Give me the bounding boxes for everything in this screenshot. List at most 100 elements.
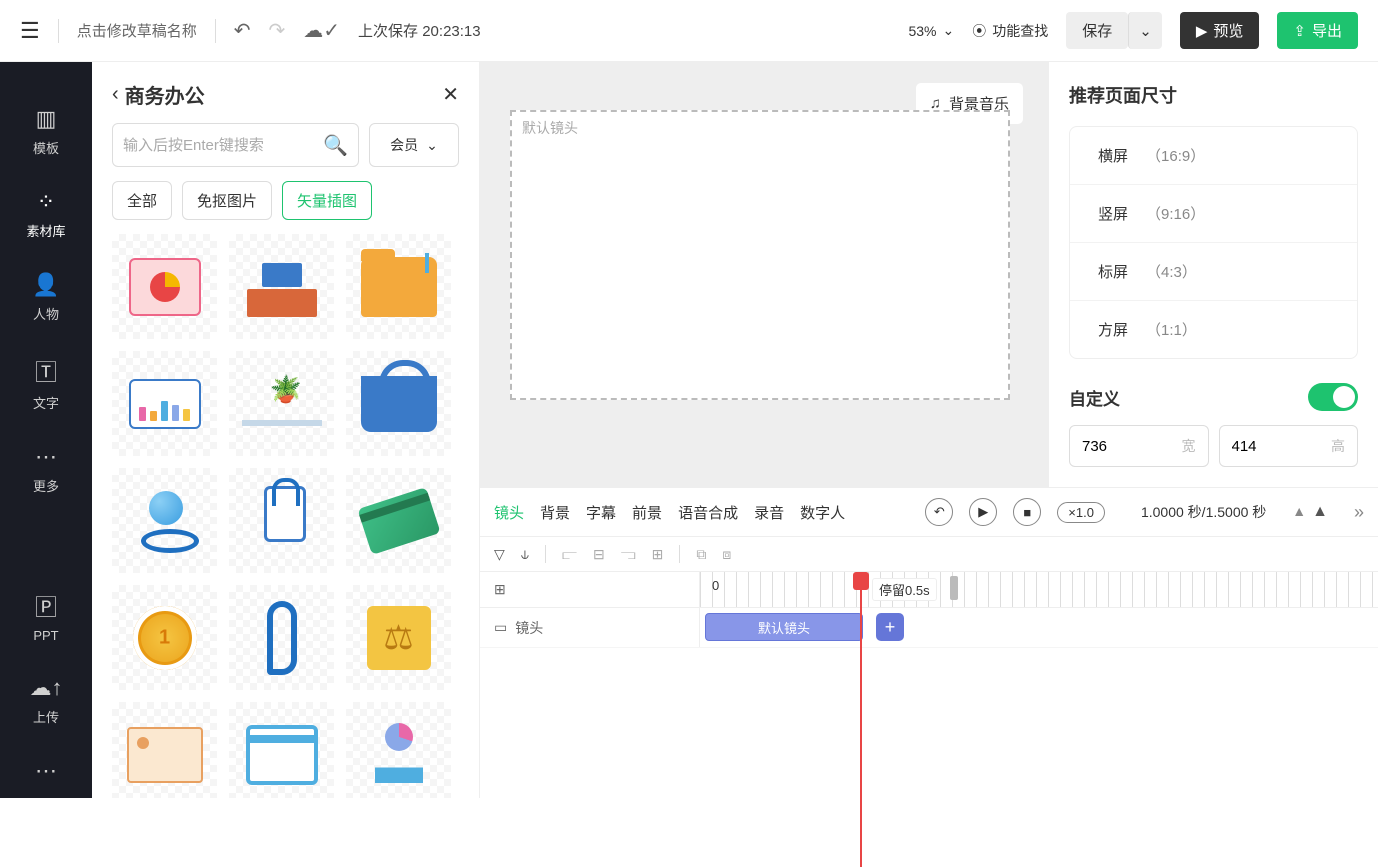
size-option-square[interactable]: 方屏（1:1） [1070, 301, 1357, 358]
asset-thumb[interactable] [346, 468, 451, 573]
assets-icon: ⁘ [37, 189, 55, 215]
asset-thumb[interactable] [112, 351, 217, 456]
width-input[interactable] [1082, 438, 1142, 455]
preview-button[interactable]: ▶预览 [1180, 12, 1260, 49]
back-icon[interactable]: ‹ [112, 83, 119, 106]
track-content[interactable]: 默认镜头 + [700, 608, 1378, 647]
align-center-icon[interactable]: ⊟ [593, 546, 605, 563]
stop-button[interactable]: ■ [1013, 498, 1041, 526]
speed-button[interactable]: ×1.0 [1057, 502, 1105, 523]
search-input-wrap[interactable]: 🔍 [112, 123, 359, 167]
tl-tab-avatar[interactable]: 数字人 [800, 502, 845, 523]
sidebar-item-upload[interactable]: ☁↑上传 [0, 661, 92, 740]
save-dropdown[interactable]: ⌄ [1128, 12, 1162, 49]
sidebar-item-ppt[interactable]: 🄿PPT [0, 576, 92, 657]
asset-thumb[interactable] [229, 468, 334, 573]
tab-png[interactable]: 免抠图片 [182, 181, 272, 220]
assets-title: 商务办公 [125, 80, 437, 109]
search-icon[interactable]: 🔍 [323, 133, 348, 158]
play-button[interactable]: ▶ [969, 498, 997, 526]
asset-thumb[interactable] [346, 702, 451, 798]
divider [215, 19, 216, 43]
tl-tab-fg[interactable]: 前景 [632, 502, 662, 523]
custom-toggle[interactable] [1308, 383, 1358, 411]
height-input[interactable] [1232, 438, 1292, 455]
sidebar-item-character[interactable]: 👤人物 [0, 258, 92, 337]
camera-icon: ▭ [494, 619, 507, 636]
member-filter[interactable]: 会员⌄ [369, 123, 459, 167]
sidebar-item-text[interactable]: 🅃文字 [0, 341, 92, 426]
asset-thumb[interactable] [346, 585, 451, 690]
close-icon[interactable]: ✕ [442, 82, 459, 107]
cloud-sync-icon[interactable]: ☁✓ [303, 18, 340, 43]
timeline-clip[interactable]: 默认镜头 [705, 613, 863, 641]
canvas-area: ♫背景音乐 默认镜头 推荐页面尺寸 横屏（16:9） 竖屏（9:16） 标屏（4… [480, 62, 1378, 798]
height-input-wrap[interactable]: 高 [1219, 425, 1359, 467]
panel-title: 推荐页面尺寸 [1069, 82, 1358, 108]
menu-icon[interactable]: ☰ [20, 18, 40, 44]
playhead[interactable] [860, 572, 862, 867]
ungroup-icon[interactable]: ⧈ [722, 546, 731, 563]
grid-icon[interactable]: ⊞ [494, 581, 506, 598]
time-ruler[interactable]: 0 停留0.5s [700, 572, 1378, 607]
size-option-portrait[interactable]: 竖屏（9:16） [1070, 185, 1357, 243]
expand-icon[interactable]: » [1354, 502, 1364, 523]
end-marker[interactable] [950, 576, 958, 600]
sidebar-item-ellipsis[interactable]: ⋯ [0, 744, 92, 798]
zoom-in-icon[interactable]: ▲ [1312, 503, 1328, 521]
export-button[interactable]: ⇪导出 [1277, 12, 1358, 49]
ellipsis-icon: ⋯ [35, 758, 57, 784]
stay-badge: 停留0.5s [872, 578, 937, 601]
rewind-button[interactable]: ↶ [925, 498, 953, 526]
tab-vector[interactable]: 矢量插图 [282, 181, 372, 220]
tl-tab-bg[interactable]: 背景 [540, 502, 570, 523]
align-left-icon[interactable]: ⫍ [562, 546, 577, 563]
asset-thumb[interactable] [112, 585, 217, 690]
sidebar-item-template[interactable]: ▥模板 [0, 92, 92, 171]
asset-thumb[interactable] [229, 702, 334, 798]
asset-thumb[interactable] [229, 585, 334, 690]
asset-thumb[interactable] [346, 234, 451, 339]
tl-tab-shot[interactable]: 镜头 [494, 502, 524, 523]
main-sidebar: ▥模板 ⁘素材库 👤人物 🅃文字 ⋯更多 🄿PPT ☁↑上传 ⋯ [0, 62, 92, 798]
distribute-icon[interactable]: ⊞ [652, 546, 664, 563]
asset-thumb[interactable] [229, 234, 334, 339]
asset-thumb[interactable] [112, 234, 217, 339]
custom-label: 自定义 [1069, 385, 1120, 410]
asset-thumb[interactable] [112, 702, 217, 798]
stage-label: 默认镜头 [522, 118, 578, 138]
draft-name[interactable]: 点击修改草稿名称 [77, 20, 197, 41]
redo-icon[interactable]: ↷ [269, 18, 286, 43]
sidebar-item-assets[interactable]: ⁘素材库 [0, 175, 92, 254]
width-input-wrap[interactable]: 宽 [1069, 425, 1209, 467]
undo-icon[interactable]: ↶ [234, 18, 251, 43]
filter-icon[interactable]: ▽ [494, 546, 505, 563]
tl-tab-record[interactable]: 录音 [754, 502, 784, 523]
size-option-landscape[interactable]: 横屏（16:9） [1070, 127, 1357, 185]
person-icon: 👤 [32, 272, 59, 298]
group-icon[interactable]: ⧉ [696, 546, 706, 563]
tl-tab-subtitle[interactable]: 字幕 [586, 502, 616, 523]
stage-wrapper: ♫背景音乐 默认镜头 [480, 62, 1048, 487]
ruler-zero: 0 [712, 578, 719, 593]
zoom-out-icon[interactable]: ▲ [1292, 503, 1306, 521]
zoom-select[interactable]: 53%⌄ [908, 22, 954, 39]
search-input[interactable] [123, 137, 323, 154]
asset-thumb[interactable] [346, 351, 451, 456]
top-bar: ☰ 点击修改草稿名称 ↶ ↷ ☁✓ 上次保存 20:23:13 53%⌄ ⦿功能… [0, 0, 1378, 62]
feature-search[interactable]: ⦿功能查找 [972, 21, 1048, 41]
save-button[interactable]: 保存 [1066, 12, 1128, 49]
tl-tab-tts[interactable]: 语音合成 [678, 502, 738, 523]
track-label: ▭镜头 [480, 608, 700, 647]
stage[interactable]: 默认镜头 [510, 110, 1010, 400]
asset-thumb[interactable] [229, 351, 334, 456]
add-clip-button[interactable]: + [876, 613, 904, 641]
last-saved: 上次保存 20:23:13 [358, 20, 481, 41]
sidebar-item-more[interactable]: ⋯更多 [0, 430, 92, 509]
time-display: 1.0000 秒/1.5000 秒 [1141, 502, 1266, 522]
tab-all[interactable]: 全部 [112, 181, 172, 220]
align-right-icon[interactable]: ⫎ [621, 546, 636, 563]
magnet-icon[interactable]: ⫝ [521, 546, 529, 563]
size-option-standard[interactable]: 标屏（4:3） [1070, 243, 1357, 301]
asset-thumb[interactable] [112, 468, 217, 573]
